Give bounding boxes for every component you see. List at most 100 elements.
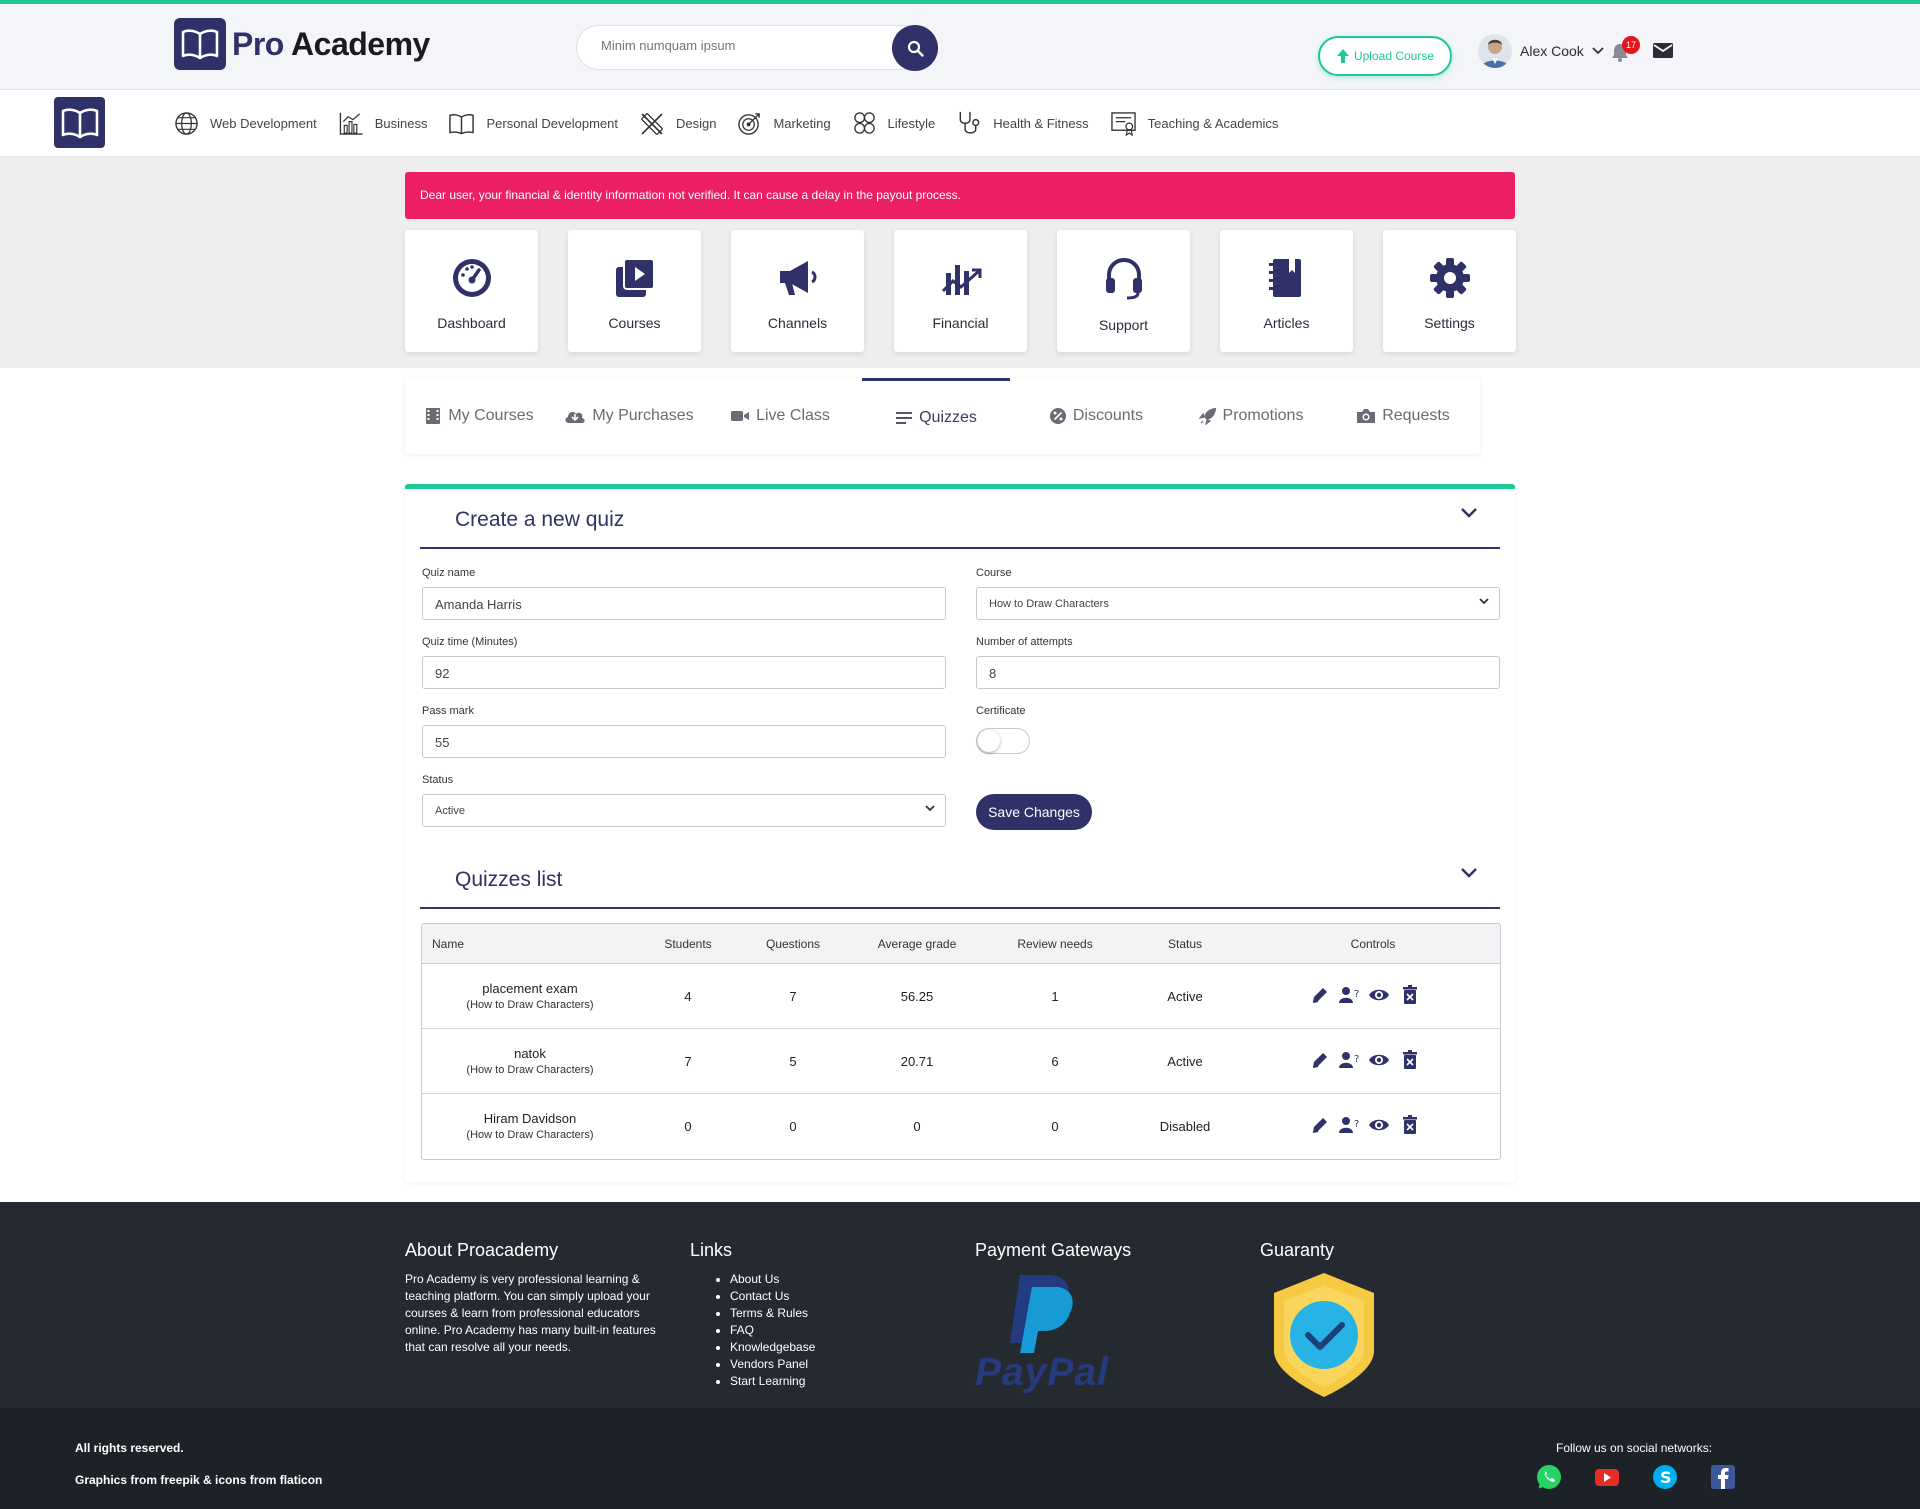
facebook-link[interactable] xyxy=(1710,1464,1736,1495)
gear-icon xyxy=(1429,258,1470,298)
chart-icon xyxy=(339,112,363,135)
attempts-input[interactable]: 8 xyxy=(976,656,1500,689)
tile-channels[interactable]: Channels xyxy=(731,230,864,352)
rocket-icon xyxy=(1198,408,1216,425)
tab-my-courses[interactable]: My Courses xyxy=(419,378,539,454)
course-select[interactable]: How to Draw Characters xyxy=(976,587,1500,620)
save-changes-button[interactable]: Save Changes xyxy=(976,794,1092,830)
quizzes-list-header[interactable]: Quizzes list xyxy=(420,849,1500,909)
search-input[interactable] xyxy=(601,38,871,53)
category-web-development[interactable]: Web Development xyxy=(174,111,317,136)
status-select[interactable]: Active xyxy=(422,794,946,827)
footer-links-title: Links xyxy=(690,1240,733,1260)
category-personal-development[interactable]: Personal Development xyxy=(448,112,618,136)
quiz-course: (How to Draw Characters) xyxy=(466,1129,594,1141)
footer-links: Links About Us Contact Us Terms & Rules … xyxy=(690,1240,910,1390)
whatsapp-link[interactable] xyxy=(1536,1464,1562,1495)
category-menu-logo[interactable] xyxy=(54,97,105,148)
upload-course-button[interactable]: Upload Course xyxy=(1318,36,1452,76)
dashboard-icon xyxy=(452,259,491,297)
column-questions: Questions xyxy=(765,937,821,951)
footer-link-faq[interactable]: FAQ xyxy=(730,1322,910,1339)
notification-badge: 17 xyxy=(1622,36,1640,54)
delete-icon[interactable] xyxy=(1402,1050,1418,1070)
certificate-toggle[interactable] xyxy=(976,728,1030,754)
chevron-down-icon[interactable] xyxy=(1460,507,1478,518)
students-question-icon[interactable]: ? xyxy=(1338,985,1360,1005)
course-select-value: How to Draw Characters xyxy=(989,598,1109,610)
tab-promotions[interactable]: Promotions xyxy=(1183,378,1319,454)
students-question-icon[interactable]: ? xyxy=(1338,1115,1360,1135)
chevron-down-icon[interactable] xyxy=(1460,867,1478,878)
students-question-icon[interactable]: ? xyxy=(1338,1050,1360,1070)
category-lifestyle[interactable]: Lifestyle xyxy=(852,111,935,136)
category-health-fitness[interactable]: Health & Fitness xyxy=(956,110,1089,137)
footer-link-vendors-panel[interactable]: Vendors Panel xyxy=(730,1356,910,1373)
quiz-card: Create a new quiz Quiz name Amanda Harri… xyxy=(405,484,1515,1182)
tab-live-class[interactable]: Live Class xyxy=(720,378,840,454)
mail-icon[interactable] xyxy=(1652,42,1674,59)
create-quiz-header[interactable]: Create a new quiz xyxy=(420,489,1500,549)
tile-support[interactable]: Support xyxy=(1057,230,1190,352)
tab-quizzes[interactable]: Quizzes xyxy=(862,378,1010,454)
tab-label: Discounts xyxy=(1072,407,1144,424)
skype-link[interactable]: S xyxy=(1652,1464,1678,1495)
social-links: S xyxy=(1536,1464,1768,1495)
tile-label: Courses xyxy=(608,315,661,331)
quiz-name-input[interactable]: Amanda Harris xyxy=(422,587,946,620)
site-logo[interactable]: Pro Academy xyxy=(174,18,430,70)
logo-book-icon xyxy=(174,18,226,70)
delete-icon[interactable] xyxy=(1402,1115,1418,1135)
quizzes-table: Name Students Questions Average grade Re… xyxy=(421,923,1501,1160)
avatar xyxy=(1478,34,1512,68)
tile-label: Articles xyxy=(1263,315,1310,331)
category-label: Marketing xyxy=(773,116,831,131)
rights-text: All rights reserved. xyxy=(75,1441,184,1455)
view-eye-icon[interactable] xyxy=(1368,985,1390,1005)
edit-pencil-icon[interactable] xyxy=(1310,1115,1330,1135)
tile-articles[interactable]: Articles xyxy=(1220,230,1353,352)
quiz-name-cell: natok (How to Draw Characters) xyxy=(466,1046,593,1076)
cloud-download-icon xyxy=(565,411,585,423)
tile-financial[interactable]: Financial xyxy=(894,230,1027,352)
quiz-name-label: Quiz name xyxy=(422,567,476,579)
edit-pencil-icon[interactable] xyxy=(1310,985,1330,1005)
footer-link-contact-us[interactable]: Contact Us xyxy=(730,1288,910,1305)
tab-my-purchases[interactable]: My Purchases xyxy=(559,378,699,454)
certificate-label: Certificate xyxy=(976,705,1026,717)
footer-link-start-learning[interactable]: Start Learning xyxy=(730,1373,910,1390)
view-eye-icon[interactable] xyxy=(1368,1115,1390,1135)
delete-icon[interactable] xyxy=(1402,985,1418,1005)
courses-icon xyxy=(615,258,655,297)
category-label: Health & Fitness xyxy=(993,116,1089,131)
tab-label: My Purchases xyxy=(592,407,694,424)
tab-requests[interactable]: Requests xyxy=(1338,378,1468,454)
tile-dashboard[interactable]: Dashboard xyxy=(405,230,538,352)
column-controls: Controls xyxy=(1350,937,1396,951)
category-marketing[interactable]: Marketing xyxy=(737,111,831,136)
user-menu[interactable]: Alex Cook xyxy=(1478,34,1604,68)
tile-courses[interactable]: Courses xyxy=(568,230,701,352)
footer-link-knowledgebase[interactable]: Knowledgebase xyxy=(730,1339,910,1356)
tile-settings[interactable]: Settings xyxy=(1383,230,1516,352)
search-button[interactable] xyxy=(892,25,938,71)
edit-pencil-icon[interactable] xyxy=(1310,1050,1330,1070)
footer-link-about-us[interactable]: About Us xyxy=(730,1271,910,1288)
table-row: Hiram Davidson (How to Draw Characters) … xyxy=(422,1094,1500,1159)
category-design[interactable]: Design xyxy=(639,111,716,137)
certificate-icon xyxy=(1110,112,1136,136)
footer-payment-title: Payment Gateways xyxy=(975,1240,1132,1260)
globe-icon xyxy=(175,112,198,135)
footer-link-terms[interactable]: Terms & Rules xyxy=(730,1305,910,1322)
view-eye-icon[interactable] xyxy=(1368,1050,1390,1070)
pass-mark-input[interactable]: 55 xyxy=(422,725,946,758)
tab-label: Live Class xyxy=(756,407,830,424)
quiz-time-input[interactable]: 92 xyxy=(422,656,946,689)
category-business[interactable]: Business xyxy=(338,111,427,136)
category-teaching-academics[interactable]: Teaching & Academics xyxy=(1110,111,1278,136)
status-select-value: Active xyxy=(435,805,465,817)
tab-discounts[interactable]: Discounts xyxy=(1031,378,1161,454)
students-cell: 0 xyxy=(684,1119,692,1134)
skype-icon: S xyxy=(1653,1465,1677,1489)
youtube-link[interactable] xyxy=(1594,1464,1620,1495)
